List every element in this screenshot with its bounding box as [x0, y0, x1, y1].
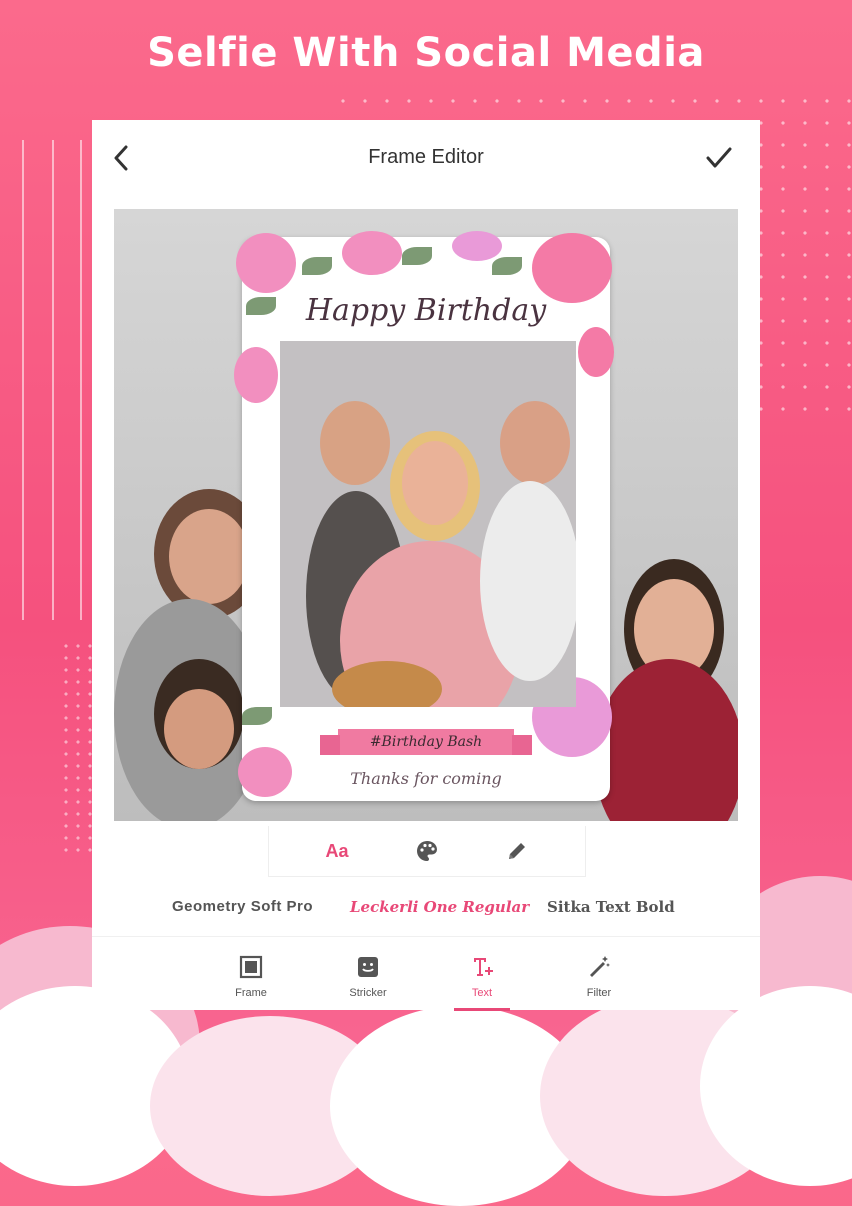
frame-footer-text: Thanks for coming: [350, 769, 502, 788]
person-left-bottom-face: [164, 689, 234, 769]
bottom-tab-bar: Frame Stricker Text Filter: [92, 936, 760, 1011]
tab-label: Text: [471, 987, 493, 999]
tab-label: Filter: [586, 987, 612, 999]
editor-title: Frame Editor: [368, 146, 484, 168]
font-option[interactable]: Sitka Text Bold: [547, 898, 675, 916]
font-tool-button[interactable]: Aa: [317, 834, 357, 868]
sticker-icon: [358, 957, 378, 977]
frame-editor-card: Frame Editor Happy Birthday #Birthday Ba…: [92, 120, 760, 1011]
rose-decoration: [342, 231, 402, 275]
leaf-decoration: [492, 257, 522, 275]
rose-decoration: [452, 231, 502, 261]
frame-icon: [239, 955, 263, 979]
photo-canvas[interactable]: Happy Birthday #Birthday Bash Thanks for…: [114, 209, 738, 821]
leaf-decoration: [402, 247, 432, 265]
tab-label: Frame: [235, 987, 267, 999]
text-icon: [472, 958, 493, 976]
rose-decoration: [234, 347, 278, 403]
confirm-check-icon[interactable]: [706, 146, 732, 170]
frame-heading: Happy Birthday: [305, 293, 547, 328]
person-frame-3-body: [480, 481, 576, 681]
frame-photo-area: [280, 341, 576, 707]
font-option-selected[interactable]: Leckerli One Regular: [350, 898, 529, 916]
font-option[interactable]: Geometry Soft Pro: [172, 898, 313, 915]
text-tool-bar: Aa: [268, 826, 586, 877]
person-frame-2-face: [402, 441, 468, 525]
promo-title: Selfie With Social Media: [147, 30, 705, 76]
magic-wand-icon: [590, 956, 610, 977]
person-frame-3: [500, 401, 570, 485]
editor-top-bar: Frame Editor: [92, 120, 760, 208]
tab-frame[interactable]: Frame: [196, 937, 306, 1011]
rose-decoration: [236, 233, 296, 293]
decorative-lines: [22, 140, 92, 620]
tab-sticker[interactable]: Stricker: [313, 937, 423, 1011]
font-selector: Geometry Soft Pro Leckerli One Regular S…: [92, 890, 760, 930]
ribbon-banner: #Birthday Bash: [320, 729, 532, 755]
person-left-top-face: [169, 509, 249, 604]
pencil-icon[interactable]: [497, 834, 537, 868]
palette-icon[interactable]: [407, 834, 447, 868]
rose-decoration: [578, 327, 614, 377]
tab-label: Stricker: [349, 987, 387, 999]
person-frame-1: [320, 401, 390, 485]
leaf-decoration: [242, 707, 272, 725]
birthday-frame[interactable]: Happy Birthday #Birthday Bash Thanks for…: [234, 231, 614, 801]
tab-filter[interactable]: Filter: [544, 937, 654, 1011]
leaf-decoration: [302, 257, 332, 275]
tab-text[interactable]: Text: [427, 937, 537, 1011]
